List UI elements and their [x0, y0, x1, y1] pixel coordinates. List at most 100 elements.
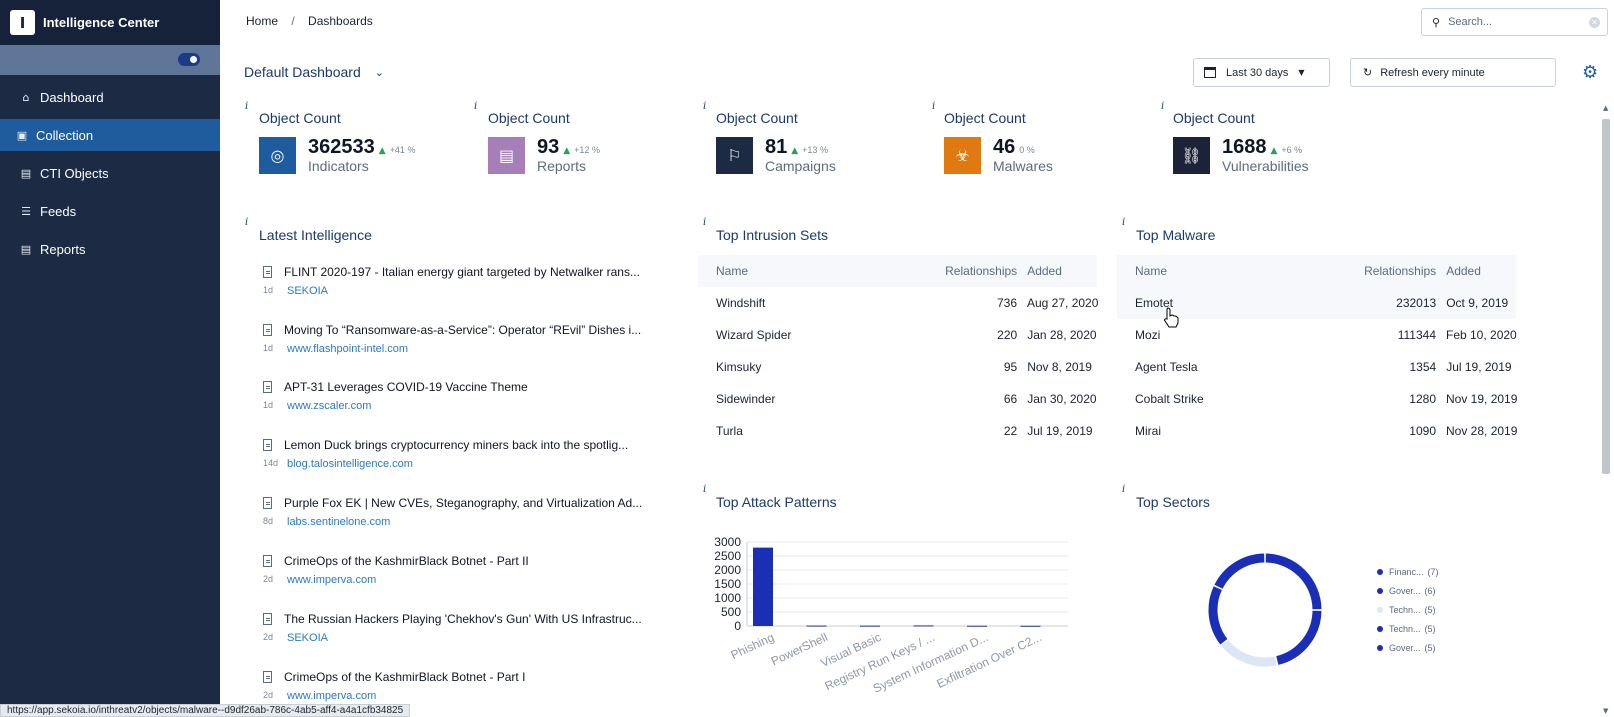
dashboard-selector[interactable]: Default Dashboard ⌄ — [244, 64, 384, 80]
card-value: 81 — [765, 136, 788, 158]
table-row[interactable]: Wizard Spider 220 Jan 28, 2020 — [698, 319, 1097, 351]
list-item[interactable]: Moving To “Ransomware-as-a-Service”: Ope… — [263, 323, 663, 355]
document-icon — [263, 324, 272, 336]
column-header[interactable]: Added — [1017, 264, 1097, 278]
sidebar-item-dashboard[interactable]: ⌂ Dashboard — [0, 81, 220, 113]
intel-source[interactable]: blog.talosintelligence.com — [287, 458, 413, 470]
brand[interactable]: I Intelligence Center — [0, 0, 220, 45]
sidebar-item-collection[interactable]: ▣ Collection — [0, 119, 220, 151]
scroll-down-icon[interactable]: ▼ — [1603, 707, 1608, 715]
column-header[interactable]: Name — [1117, 264, 1354, 278]
column-header[interactable]: Added — [1436, 264, 1516, 278]
list-item[interactable]: FLINT 2020-197 - Italian energy giant ta… — [263, 265, 663, 297]
legend-count: (5) — [1424, 642, 1436, 653]
y-tick-label: 0 — [734, 619, 741, 633]
stat-card-indicators[interactable]: Object Count ◎ 362533 ▲ +41 % Indicators — [259, 110, 479, 182]
sectors-legend: Financ... (7) Gover... (6) Techn... (5) Techn.… — [1377, 562, 1439, 657]
intel-title[interactable]: FLINT 2020-197 - Italian energy giant ta… — [284, 265, 659, 279]
y-tick-label: 3000 — [714, 535, 741, 549]
column-header[interactable]: Relationships — [1354, 264, 1436, 278]
app-logo: I — [10, 10, 35, 35]
table-row[interactable]: Windshift 736 Aug 27, 2020 — [698, 287, 1098, 319]
search-input[interactable]: ⚲ Search... ✕ — [1421, 8, 1608, 36]
refresh-select[interactable]: ↻ Refresh every minute — [1350, 58, 1556, 87]
table-row[interactable]: Mirai 1090 Nov 28, 2019 — [1117, 415, 1517, 447]
list-item[interactable]: Lemon Duck brings cryptocurrency miners … — [263, 438, 663, 470]
stat-card-reports[interactable]: Object Count ▤ 93 ▲ +12 % Reports — [488, 110, 708, 182]
cell-name: Mozi — [1135, 328, 1161, 342]
stat-card-campaigns[interactable]: Object Count ⚐ 81 ▲ +13 % Campaigns — [716, 110, 936, 182]
legend-item[interactable]: Financ... (7) — [1377, 562, 1439, 581]
cell-name: Agent Tesla — [1135, 360, 1198, 374]
scroll-up-icon[interactable]: ▲ — [1603, 104, 1608, 112]
legend-item[interactable]: Gover... (6) — [1377, 581, 1439, 600]
intel-title[interactable]: The Russian Hackers Playing 'Chekhov's G… — [284, 612, 659, 626]
list-item[interactable]: Purple Fox EK | New CVEs, Steganography,… — [263, 496, 663, 528]
info-icon[interactable]: i — [703, 217, 706, 228]
trend-up-icon: ▲ — [1270, 146, 1278, 156]
donut-slice — [1208, 586, 1228, 645]
legend-item[interactable]: Techn... (5) — [1377, 619, 1439, 638]
intel-title[interactable]: Purple Fox EK | New CVEs, Steganography,… — [284, 496, 659, 510]
cell-name: Windshift — [716, 296, 766, 310]
date-range-select[interactable]: Last 30 days ▼ — [1193, 58, 1330, 87]
bug-icon: ☣ — [944, 137, 981, 174]
intel-source[interactable]: www.imperva.com — [287, 690, 376, 702]
legend-label: Techn... — [1389, 604, 1421, 615]
intel-title[interactable]: APT-31 Leverages COVID-19 Vaccine Theme — [284, 380, 659, 394]
column-header[interactable]: Name — [698, 264, 935, 278]
table-row[interactable]: Kimsuky 95 Nov 8, 2019 — [698, 351, 1097, 383]
list-item[interactable]: CrimeOps of the KashmirBlack Botnet - Pa… — [263, 670, 663, 702]
clear-icon[interactable]: ✕ — [1589, 17, 1600, 28]
cell-added: Jul 19, 2019 — [1446, 360, 1512, 374]
intel-title[interactable]: Moving To “Ransomware-as-a-Service”: Ope… — [284, 323, 659, 337]
legend-dot — [1377, 568, 1383, 575]
gear-icon[interactable]: ⚙ — [1582, 64, 1600, 82]
table-row[interactable]: Turla 22 Jul 19, 2019 — [698, 415, 1097, 447]
intel-source[interactable]: www.flashpoint-intel.com — [287, 343, 408, 355]
intel-source[interactable]: www.zscaler.com — [287, 400, 371, 412]
info-icon[interactable]: i — [245, 101, 248, 112]
sidebar-item-reports[interactable]: ▤ Reports — [0, 233, 220, 265]
top-attack-patterns-title: Top Attack Patterns — [716, 494, 837, 510]
table-row[interactable]: Cobalt Strike 1280 Nov 19, 2019 — [1117, 383, 1517, 415]
intel-title[interactable]: CrimeOps of the KashmirBlack Botnet - Pa… — [284, 554, 659, 568]
cell-added: Nov 8, 2019 — [1027, 360, 1092, 374]
sidebar-toggle[interactable] — [178, 53, 200, 66]
intel-source[interactable]: www.imperva.com — [287, 574, 376, 586]
info-icon[interactable]: i — [1122, 217, 1125, 228]
sidebar-item-label: CTI Objects — [40, 165, 109, 181]
info-icon[interactable]: i — [703, 484, 706, 495]
donut-slice — [1276, 610, 1322, 665]
sidebar-item-label: Feeds — [40, 203, 77, 219]
intel-title[interactable]: CrimeOps of the KashmirBlack Botnet - Pa… — [284, 670, 659, 684]
legend-count: (5) — [1424, 623, 1436, 634]
sidebar-item-label: Reports — [40, 241, 86, 257]
page-scrollbar[interactable]: ▲ ▼ — [1600, 104, 1612, 717]
info-icon[interactable]: i — [1122, 484, 1125, 495]
stat-card-vulnerabilities[interactable]: Object Count ⛓ 1688 ▲ +6 % Vulnerabilities — [1173, 110, 1393, 182]
legend-item[interactable]: Gover... (5) — [1377, 638, 1439, 657]
intel-source[interactable]: labs.sentinelone.com — [287, 516, 390, 528]
table-row[interactable]: Sidewinder 66 Jan 30, 2020 — [698, 383, 1097, 415]
cell-name: Mirai — [1135, 424, 1161, 438]
list-item[interactable]: CrimeOps of the KashmirBlack Botnet - Pa… — [263, 554, 663, 586]
stat-card-malwares[interactable]: Object Count ☣ 46 0 % Malwares — [944, 110, 1164, 182]
legend-count: (7) — [1427, 566, 1439, 577]
sidebar-item-feeds[interactable]: ☰ Feeds — [0, 195, 220, 227]
scrollbar-thumb[interactable] — [1602, 119, 1610, 474]
list-item[interactable]: APT-31 Leverages COVID-19 Vaccine Theme … — [263, 380, 663, 412]
legend-dot — [1377, 644, 1383, 651]
sidebar-item-cti-objects[interactable]: ▤ CTI Objects — [0, 157, 220, 189]
document-icon — [263, 381, 272, 393]
column-header[interactable]: Relationships — [935, 264, 1017, 278]
intel-title[interactable]: Lemon Duck brings cryptocurrency miners … — [284, 438, 659, 452]
info-icon[interactable]: i — [245, 217, 248, 228]
intel-source[interactable]: SEKOIA — [287, 632, 328, 644]
breadcrumb-home[interactable]: Home — [246, 14, 278, 28]
intel-source[interactable]: SEKOIA — [287, 285, 328, 297]
legend-item[interactable]: Techn... (5) — [1377, 600, 1439, 619]
list-item[interactable]: The Russian Hackers Playing 'Chekhov's G… — [263, 612, 663, 644]
table-row[interactable]: Agent Tesla 1354 Jul 19, 2019 — [1117, 351, 1516, 383]
card-title: Object Count — [488, 110, 570, 126]
